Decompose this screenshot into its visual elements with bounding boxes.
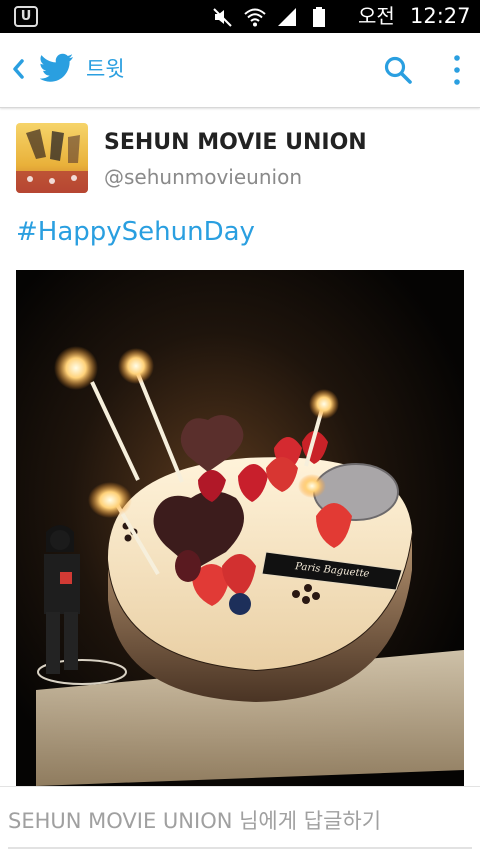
reply-box[interactable]: SEHUN MOVIE UNION 님에게 답글하기 — [0, 786, 480, 854]
app-bar: 트윗 — [0, 33, 480, 108]
status-ampm: 오전 — [358, 4, 395, 28]
birthday-cake-photo: Paris Baguette — [16, 270, 464, 786]
user-handle[interactable]: @sehunmovieunion — [104, 163, 302, 191]
wifi-icon — [244, 8, 266, 27]
app-notification-icon: U — [14, 6, 38, 27]
mute-icon — [213, 8, 232, 27]
status-time: 12:27 — [410, 4, 471, 28]
display-name[interactable]: SEHUN MOVIE UNION — [104, 128, 367, 158]
more-vert-icon[interactable] — [447, 53, 467, 87]
tweet-photo[interactable]: Paris Baguette — [16, 270, 464, 786]
reply-underline — [8, 847, 472, 849]
back-arrow-icon[interactable] — [8, 55, 28, 83]
page-title: 트윗 — [86, 57, 125, 81]
signal-icon — [278, 8, 296, 26]
status-bar: U 오전 12:27 — [0, 0, 480, 33]
twitter-bird-icon[interactable] — [40, 53, 74, 83]
avatar[interactable] — [16, 123, 88, 193]
status-icons — [212, 6, 330, 28]
tweet-hashtag[interactable]: #HappySehunDay — [16, 215, 255, 249]
reply-input[interactable]: SEHUN MOVIE UNION 님에게 답글하기 — [8, 807, 381, 835]
battery-icon — [313, 7, 325, 27]
search-icon[interactable] — [383, 55, 413, 85]
